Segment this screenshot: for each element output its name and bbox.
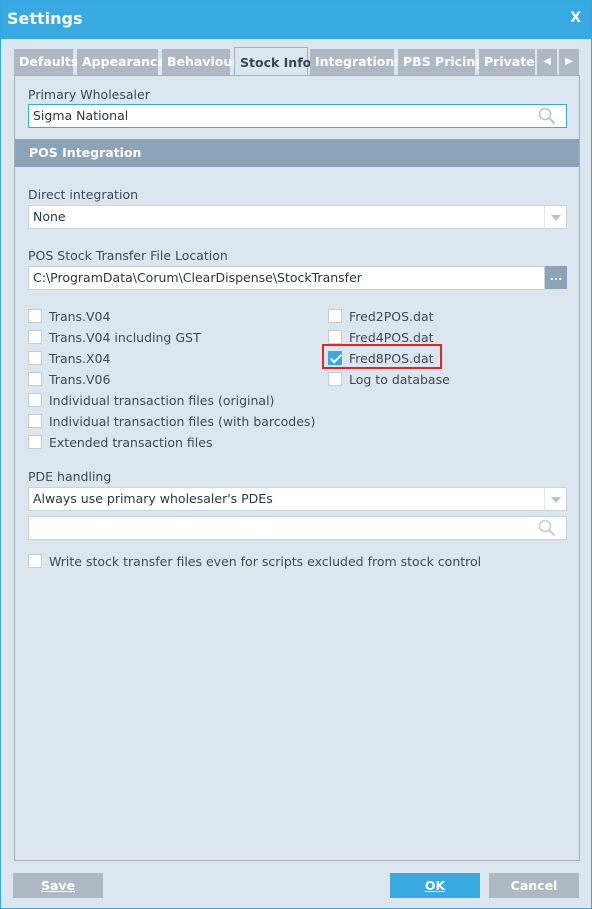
save-button[interactable]: Save [13, 873, 103, 898]
title-bar: Settings X [1, 1, 591, 39]
tab-scroll-left-icon[interactable]: ◀ [537, 49, 557, 75]
checkbox[interactable] [28, 371, 42, 386]
option-trans-v06[interactable]: Trans.V06 [28, 371, 110, 389]
primary-wholesaler-field[interactable]: Sigma National [28, 104, 567, 128]
ok-button[interactable]: OK [390, 873, 480, 898]
option-fred2pos[interactable]: Fred2POS.dat [328, 308, 434, 326]
close-button[interactable]: X [570, 10, 581, 26]
checkbox[interactable] [28, 553, 42, 568]
tab-stock-info[interactable]: Stock Info [234, 47, 311, 75]
tab-behaviour[interactable]: Behaviour [162, 49, 238, 75]
checkbox[interactable] [328, 329, 342, 344]
settings-window: Settings X Defaults Appearance Behaviour… [0, 0, 592, 909]
option-log-to-database[interactable]: Log to database [328, 371, 450, 389]
checkbox[interactable] [28, 350, 42, 365]
checkbox[interactable] [28, 392, 42, 407]
pde-handling-select[interactable]: Always use primary wholesaler's PDEs [28, 487, 567, 511]
tab-private[interactable]: Private P [479, 49, 548, 75]
option-write-stock-transfer[interactable]: Write stock transfer files even for scri… [28, 553, 481, 571]
option-fred8pos[interactable]: Fred8POS.dat [328, 350, 434, 368]
cancel-button-label: Cancel [510, 878, 558, 893]
pde-handling-value: Always use primary wholesaler's PDEs [33, 491, 273, 506]
cancel-button[interactable]: Cancel [489, 873, 579, 898]
search-icon[interactable] [538, 107, 556, 125]
chevron-down-icon[interactable] [544, 488, 566, 510]
search-icon[interactable] [538, 519, 556, 537]
file-location-field[interactable]: C:\ProgramData\Corum\ClearDispense\Stock… [28, 266, 545, 290]
check-icon[interactable] [328, 350, 342, 365]
direct-integration-select[interactable]: None [28, 205, 567, 229]
option-trans-v04-gst[interactable]: Trans.V04 including GST [28, 329, 201, 347]
ok-button-label: OK [424, 878, 446, 893]
direct-integration-value: None [33, 209, 66, 224]
file-location-label: POS Stock Transfer File Location [28, 248, 228, 263]
direct-integration-label: Direct integration [28, 187, 139, 202]
option-individual-original[interactable]: Individual transaction files (original) [28, 392, 274, 410]
option-extended-transaction[interactable]: Extended transaction files [28, 434, 212, 452]
option-trans-v04[interactable]: Trans.V04 [28, 308, 110, 326]
checkbox[interactable] [28, 329, 42, 344]
option-trans-x04[interactable]: Trans.X04 [28, 350, 110, 368]
checkbox[interactable] [328, 308, 342, 323]
checkbox[interactable] [28, 413, 42, 428]
tab-pbs-pricing[interactable]: PBS Pricing [398, 49, 484, 75]
tab-strip: Defaults Appearance Behaviour Stock Info… [14, 47, 580, 75]
checkbox[interactable] [28, 308, 42, 323]
tab-appearance[interactable]: Appearance [77, 49, 166, 75]
stock-info-panel: Primary Wholesaler Sigma National POS In… [14, 75, 580, 861]
browse-button[interactable]: ... [545, 266, 567, 289]
option-individual-barcodes[interactable]: Individual transaction files (with barco… [28, 413, 315, 431]
save-button-label: Save [40, 878, 76, 893]
tab-defaults[interactable]: Defaults [14, 49, 78, 75]
primary-wholesaler-value: Sigma National [33, 108, 129, 123]
file-location-value: C:\ProgramData\Corum\ClearDispense\Stock… [33, 270, 362, 285]
tab-integrations[interactable]: Integrations [310, 49, 402, 75]
pde-handling-label: PDE handling [28, 469, 112, 484]
checkbox[interactable] [28, 434, 42, 449]
tab-scroll-right-icon[interactable]: ▶ [559, 49, 579, 75]
checkbox[interactable] [328, 371, 342, 386]
primary-wholesaler-label: Primary Wholesaler [28, 87, 150, 102]
window-title: Settings [7, 9, 83, 28]
chevron-down-icon[interactable] [544, 206, 566, 228]
pos-integration-header: POS Integration [15, 139, 579, 167]
pde-search-field[interactable] [28, 516, 567, 540]
